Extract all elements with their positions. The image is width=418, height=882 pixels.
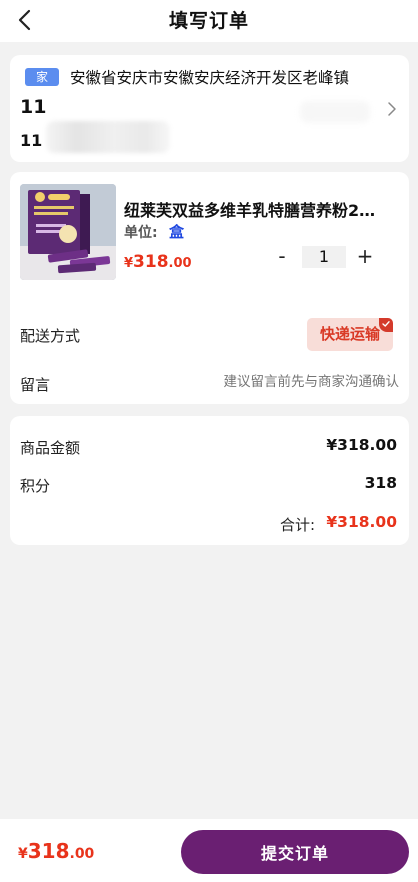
- recipient-phone: 11: [20, 131, 43, 150]
- message-input[interactable]: [169, 374, 399, 389]
- address-tag-badge: 家: [25, 68, 59, 86]
- points-label: 积分: [20, 477, 51, 495]
- price-decimal: .00: [168, 256, 192, 271]
- page-title: 填写订单: [168, 10, 249, 32]
- goods-amount-label: 商品金额: [20, 439, 81, 457]
- footer-price-currency: ¥: [18, 846, 28, 862]
- address-text: 安徽省安庆市安徽安庆经济开发区老峰镇: [70, 69, 350, 87]
- footer-total-price: ¥318.00: [18, 839, 94, 863]
- shipping-method-option[interactable]: 快递运输: [307, 318, 393, 351]
- top-nav-bar: 填写订单: [0, 0, 418, 42]
- address-card[interactable]: 家 安徽省安庆市安徽安庆经济开发区老峰镇 11 11: [10, 55, 409, 162]
- footer-price-decimal: .00: [69, 846, 95, 862]
- price-integer: 318: [133, 252, 169, 272]
- footer-price-integer: 318: [27, 839, 70, 863]
- shipping-method-label: 快递运输: [319, 325, 380, 343]
- submit-order-button[interactable]: 提交订单: [181, 830, 409, 874]
- product-image: [20, 184, 116, 280]
- total-value: ¥318.00: [326, 513, 397, 531]
- redacted-area: [300, 101, 370, 123]
- quantity-increase-button[interactable]: +: [356, 245, 374, 267]
- product-card: 纽莱芙双益多维羊乳特膳营养粉2… 单位: 盒 ¥318.00 - 1 + 配送方…: [10, 172, 409, 404]
- quantity-field[interactable]: 1: [302, 246, 346, 268]
- price-currency: ¥: [124, 256, 134, 271]
- unit-value: 盒: [169, 223, 185, 241]
- recipient-name: 11: [20, 96, 47, 118]
- redacted-phone-blur: [46, 121, 170, 153]
- bottom-bar: ¥318.00 提交订单: [0, 819, 418, 882]
- shipping-label: 配送方式: [20, 327, 81, 345]
- goods-amount-value: ¥318.00: [326, 436, 397, 454]
- totals-card: 商品金额 ¥318.00 积分 318 合计: ¥318.00: [10, 416, 409, 545]
- total-label: 合计:: [280, 516, 316, 534]
- quantity-decrease-button[interactable]: -: [274, 246, 290, 266]
- message-label: 留言: [20, 376, 51, 394]
- points-value: 318: [364, 474, 397, 492]
- product-name: 纽莱芙双益多维羊乳特膳营养粉2…: [124, 201, 376, 220]
- unit-label: 单位:: [124, 225, 158, 241]
- selected-check-icon: [379, 318, 393, 332]
- product-price: ¥318.00: [124, 252, 192, 272]
- chevron-right-icon[interactable]: [385, 100, 399, 118]
